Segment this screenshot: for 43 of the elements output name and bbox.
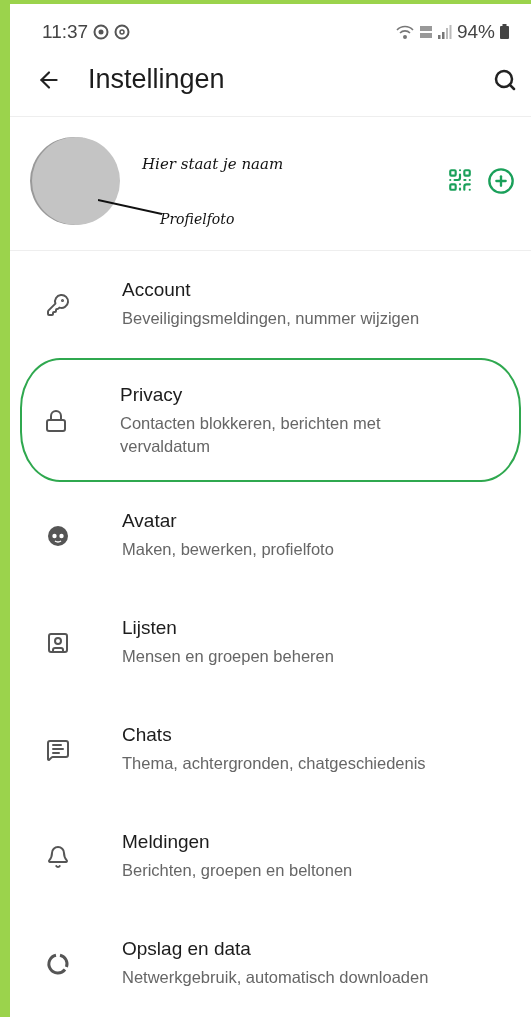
setting-title: Opslag en data bbox=[122, 938, 252, 960]
search-icon bbox=[493, 67, 517, 92]
wifi-icon bbox=[395, 24, 414, 39]
settings-item[interactable]: Account Beveiligingsmeldingen, nummer wijzigen bbox=[20, 251, 521, 358]
setting-description: Contacten blokkeren, berichten met vervaldatum bbox=[120, 413, 382, 457]
key-icon bbox=[46, 292, 70, 317]
qr-code-icon bbox=[447, 166, 473, 193]
face-icon bbox=[47, 524, 69, 547]
contact-card-icon bbox=[46, 630, 70, 655]
setting-description: Maken, bewerken, profielfoto bbox=[122, 539, 334, 560]
status-time: 11:37 bbox=[42, 20, 89, 43]
settings-item[interactable]: Opslag en data Netwerkgebruik, automatisch downloaden bbox=[20, 910, 521, 1017]
setting-title: Account bbox=[122, 279, 192, 301]
setting-description: Netwerkgebruik, automatisch downloaden bbox=[122, 967, 429, 988]
setting-description: Berichten, groepen en beltonen bbox=[122, 860, 353, 881]
settings-item[interactable]: Privacy Contacten blokkeren, berichten met vervaldatum bbox=[20, 358, 521, 482]
setting-title: Meldingen bbox=[122, 831, 211, 853]
setting-description: Beveiligingsmeldingen, nummer wijzigen bbox=[122, 308, 420, 329]
lock-icon bbox=[44, 409, 68, 433]
battery-percentage: 94% bbox=[456, 20, 495, 43]
signal-icon bbox=[437, 24, 452, 39]
battery-icon bbox=[500, 24, 509, 40]
screen-title: Instellingen bbox=[88, 64, 226, 96]
photo-caption: Profielfoto bbox=[160, 210, 235, 227]
notification-icon bbox=[93, 23, 110, 40]
notification-icon bbox=[114, 23, 131, 40]
setting-title: Privacy bbox=[120, 384, 184, 406]
settings-item[interactable]: Meldingen Berichten, groepen en beltonen bbox=[20, 803, 521, 910]
setting-title: Chats bbox=[122, 724, 173, 746]
add-icon bbox=[487, 166, 515, 195]
bell-icon bbox=[46, 844, 70, 869]
settings-item[interactable]: Chats Thema, achtergronden, chatgeschiedenis bbox=[20, 696, 521, 803]
storage-icon bbox=[46, 951, 70, 976]
leader-line bbox=[98, 198, 162, 215]
add-button[interactable] bbox=[487, 166, 515, 195]
profile-name: Hier staat je naam bbox=[142, 154, 285, 173]
setting-title: Lijsten bbox=[122, 617, 178, 639]
chat-icon bbox=[46, 737, 70, 762]
setting-description: Mensen en groepen beheren bbox=[122, 646, 334, 667]
settings-item[interactable]: Avatar Maken, bewerken, profielfoto bbox=[20, 482, 521, 589]
settings-item[interactable]: Lijsten Mensen en groepen beheren bbox=[20, 589, 521, 696]
setting-title: Avatar bbox=[122, 510, 178, 532]
setting-description: Thema, achtergronden, chatgeschiedenis bbox=[122, 753, 426, 774]
